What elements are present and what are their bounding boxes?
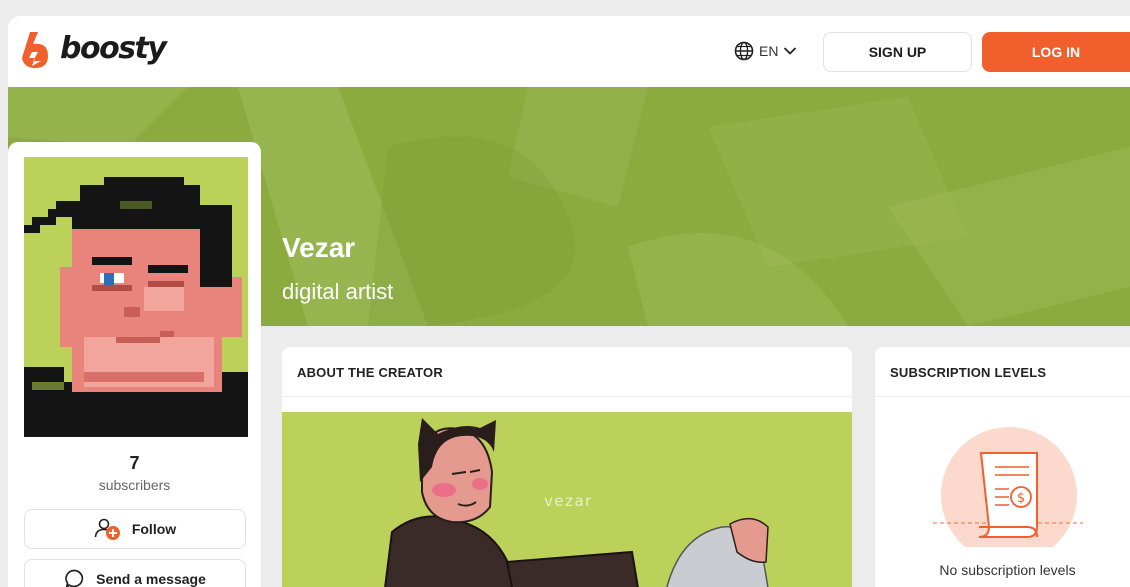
top-bar: boosty EN SIGN UP LOG IN (8, 16, 1130, 87)
profile-card: 7 subscribers Follow Send a message (8, 142, 261, 587)
subscription-levels-panel: SUBSCRIPTION LEVELS $ No subscription le… (875, 347, 1130, 587)
creator-name: Vezar (282, 232, 356, 263)
log-in-button[interactable]: LOG IN (982, 32, 1130, 72)
chat-bubble-icon (65, 569, 84, 587)
svg-text:$: $ (1017, 491, 1025, 506)
language-code: EN (759, 43, 779, 59)
follow-button[interactable]: Follow (24, 509, 246, 549)
subscriber-label: subscribers (98, 477, 171, 493)
creator-tagline: digital artist (282, 279, 394, 304)
about-divider (282, 396, 852, 397)
boosty-logo[interactable]: boosty (18, 30, 167, 70)
creator-avatar[interactable] (24, 157, 248, 437)
logo-wordmark: boosty (60, 30, 167, 66)
globe-icon (734, 41, 754, 61)
about-creator-panel: ABOUT THE CREATOR vezar (282, 347, 852, 587)
sign-up-button[interactable]: SIGN UP (823, 32, 972, 72)
send-message-button[interactable]: Send a message (24, 559, 246, 587)
about-artwork[interactable]: vezar (282, 412, 852, 587)
artwork-signature: vezar (544, 492, 593, 510)
follow-label: Follow (131, 521, 177, 537)
chevron-down-icon (784, 47, 797, 55)
subscriber-count: 7 (129, 453, 140, 473)
boosty-flame-icon (22, 32, 48, 68)
levels-divider (875, 396, 1130, 397)
no-levels-text: No subscription levels (939, 562, 1076, 578)
receipt-dollar-icon: $ (933, 427, 1083, 547)
send-message-label: Send a message (96, 571, 206, 587)
levels-title: SUBSCRIPTION LEVELS (890, 365, 1047, 380)
about-title: ABOUT THE CREATOR (297, 365, 443, 380)
language-selector[interactable]: EN (734, 41, 797, 61)
user-plus-icon (94, 518, 120, 540)
